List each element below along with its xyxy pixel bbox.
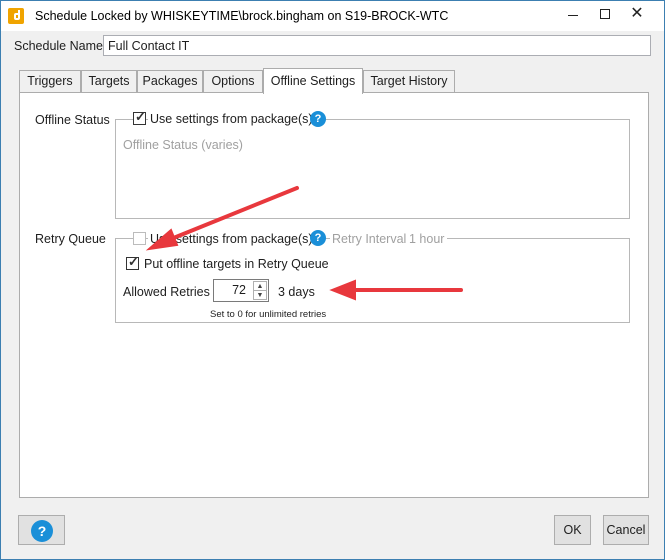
- retry-use-package-checkbox[interactable]: [133, 232, 146, 245]
- minimize-button[interactable]: [556, 1, 590, 27]
- put-offline-retry-checkbox[interactable]: ✓: [126, 254, 139, 270]
- retry-use-package-label: Use settings from package(s): [148, 232, 315, 246]
- offline-use-package-label: Use settings from package(s): [148, 112, 315, 126]
- retries-hint-text: Set to 0 for unlimited retries: [210, 309, 327, 320]
- retry-queue-group: [115, 238, 630, 323]
- minimize-icon: [568, 14, 578, 16]
- tab-offline-settings[interactable]: Offline Settings: [263, 68, 363, 94]
- retry-interval-label: Retry Interval: [330, 232, 409, 246]
- tab-options[interactable]: Options: [203, 70, 263, 93]
- maximize-icon: [600, 9, 610, 19]
- help-icon: ?: [31, 520, 53, 542]
- retries-duration-text: 3 days: [278, 285, 315, 299]
- put-offline-retry-label: Put offline targets in Retry Queue: [144, 257, 329, 271]
- retry-interval-value: 1 hour: [406, 232, 448, 246]
- close-icon: ✕: [630, 5, 644, 22]
- offline-status-text: Offline Status (varies): [123, 138, 243, 152]
- help-button[interactable]: ?: [18, 515, 65, 545]
- maximize-button[interactable]: [588, 1, 622, 27]
- offline-settings-panel: Offline Status ✓ Use settings from packa…: [19, 92, 649, 498]
- ok-button[interactable]: OK: [554, 515, 591, 545]
- schedule-name-input[interactable]: Full Contact IT: [103, 35, 651, 56]
- tab-triggers[interactable]: Triggers: [19, 70, 81, 93]
- offline-use-package-checkbox[interactable]: ✓: [133, 109, 146, 125]
- spinner-buttons: ▲ ▼: [253, 281, 267, 300]
- allowed-retries-value[interactable]: 72: [232, 283, 246, 297]
- help-icon[interactable]: ?: [310, 230, 326, 246]
- app-logo-icon: [8, 8, 24, 24]
- tab-targets[interactable]: Targets: [81, 70, 137, 93]
- checkmark-icon: ✓: [135, 109, 146, 124]
- spinner-up-icon[interactable]: ▲: [254, 282, 266, 291]
- allowed-retries-stepper[interactable]: 72 ▲ ▼: [213, 279, 269, 302]
- title-bar: Schedule Locked by WHISKEYTIME\brock.bin…: [1, 1, 664, 31]
- retry-queue-section-label: Retry Queue: [35, 232, 106, 246]
- cancel-button[interactable]: Cancel: [603, 515, 649, 545]
- schedule-name-label: Schedule Name: [14, 39, 103, 53]
- checkmark-icon: ✓: [128, 254, 139, 269]
- spinner-down-icon[interactable]: ▼: [254, 291, 266, 300]
- schedule-dialog: Schedule Locked by WHISKEYTIME\brock.bin…: [0, 0, 665, 560]
- tab-packages[interactable]: Packages: [137, 70, 203, 93]
- allowed-retries-label: Allowed Retries: [123, 285, 210, 299]
- help-icon[interactable]: ?: [310, 111, 326, 127]
- close-button[interactable]: ✕: [620, 1, 654, 27]
- tab-target-history[interactable]: Target History: [363, 70, 455, 93]
- offline-status-group: [115, 119, 630, 219]
- window-title: Schedule Locked by WHISKEYTIME\brock.bin…: [35, 9, 449, 23]
- offline-status-section-label: Offline Status: [35, 113, 110, 127]
